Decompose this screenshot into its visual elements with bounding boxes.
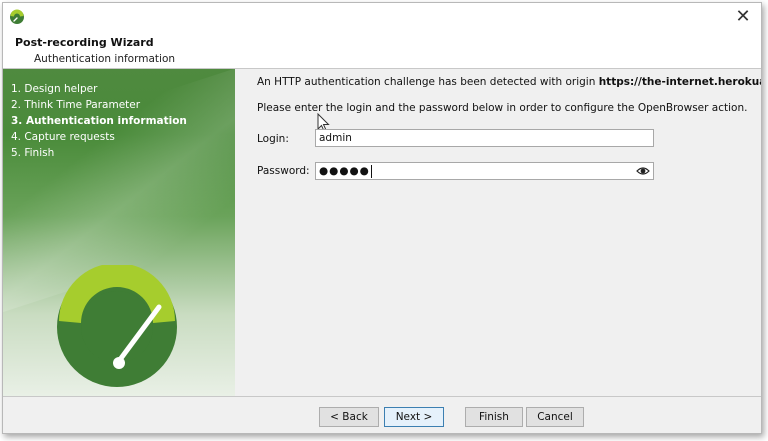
challenge-origin: https://the-internet.herokuapp.com [598,76,761,88]
app-logo-icon [10,9,24,24]
step-authentication: 3. Authentication information [11,115,187,127]
gauge-logo-icon [57,265,177,387]
button-bar: < Back Next > Finish Cancel [3,396,761,433]
step-capture-requests: 4. Capture requests [11,131,115,143]
next-button[interactable]: Next > [384,407,444,427]
finish-button[interactable]: Finish [465,407,523,427]
cancel-button[interactable]: Cancel [526,407,584,427]
text-caret [370,164,372,178]
steps-sidebar: 1. Design helper 2. Think Time Parameter… [3,69,235,396]
wizard-subtitle: Authentication information [34,53,176,65]
wizard-title: Post-recording Wizard [15,36,154,49]
password-label: Password: [257,165,310,177]
steps-list: 1. Design helper 2. Think Time Parameter… [11,81,187,161]
step-finish: 5. Finish [11,147,55,159]
close-button[interactable]: ✕ [731,5,755,29]
login-field[interactable]: admin [315,129,654,147]
challenge-message: An HTTP authentication challenge has bee… [257,76,761,88]
password-mask: ●●●●● [319,165,370,177]
back-button[interactable]: < Back [319,407,379,427]
login-label: Login: [257,133,289,145]
password-field[interactable]: ●●●●● [315,162,654,180]
show-password-eye-icon[interactable] [636,165,650,177]
wizard-window: ✕ Post-recording Wizard Authentication i… [2,2,762,434]
content-panel: An HTTP authentication challenge has bee… [235,69,761,396]
challenge-message-prefix: An HTTP authentication challenge has bee… [257,76,599,88]
title-bar: ✕ [3,3,761,33]
step-think-time: 2. Think Time Parameter [11,99,141,111]
wizard-header: Post-recording Wizard Authentication inf… [3,33,761,69]
step-design-helper: 1. Design helper [11,83,98,95]
